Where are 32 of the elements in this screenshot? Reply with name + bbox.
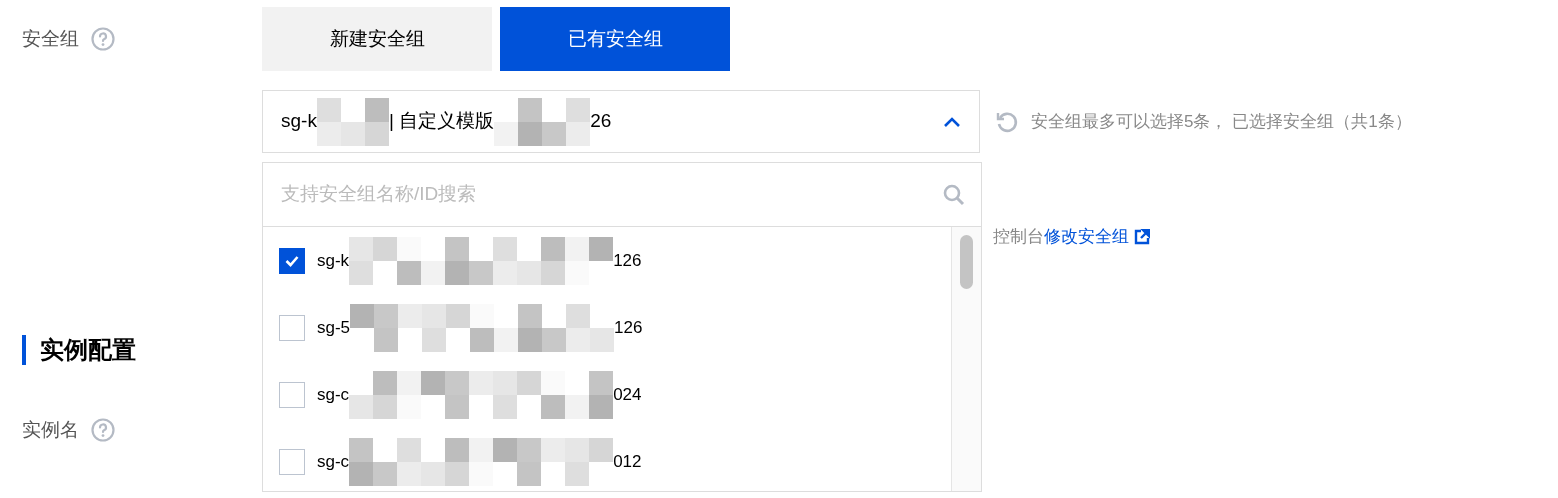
refresh-icon[interactable] (995, 109, 1019, 134)
help-icon[interactable] (91, 27, 115, 51)
option-text: 012 (613, 450, 642, 473)
help-icon[interactable] (91, 417, 115, 442)
note-text: 控制台 (993, 226, 1044, 248)
checkbox[interactable] (279, 247, 305, 274)
option-text: sg-c (317, 450, 350, 473)
checkbox[interactable] (279, 381, 305, 408)
scrollbar-thumb[interactable] (960, 235, 973, 289)
search-icon[interactable] (943, 183, 965, 206)
hint-text: 安全组最多可以选择5条， 已选择安全组（共1条） (1031, 110, 1412, 133)
select-value: sg-k (281, 109, 317, 134)
section-title: 实例配置 (40, 334, 136, 365)
toggle-button[interactable]: 已有安全组 (500, 7, 730, 71)
option-text: sg-k (317, 249, 350, 272)
modify-link[interactable]: 修改安全组 (1044, 224, 1129, 250)
option-text: 024 (613, 383, 642, 406)
checkbox[interactable] (279, 448, 305, 475)
external-link-icon[interactable] (1134, 228, 1150, 245)
field-label: 安全组 (22, 26, 79, 51)
checkbox[interactable] (279, 314, 305, 341)
toggle-button[interactable]: 新建安全组 (262, 7, 492, 71)
option-text: 126 (614, 316, 643, 339)
option-text: 126 (613, 249, 642, 272)
section-marker (22, 334, 26, 365)
option-text: sg-c (317, 383, 350, 406)
option-text: sg-5 (317, 316, 351, 339)
field-label: 实例名 (22, 417, 79, 442)
check-icon (285, 254, 299, 267)
select-value: 26 (590, 109, 612, 134)
select-value: | 自定义模版 (388, 109, 495, 134)
select-field[interactable]: sg-k | 自定义模版 26 (262, 90, 980, 153)
